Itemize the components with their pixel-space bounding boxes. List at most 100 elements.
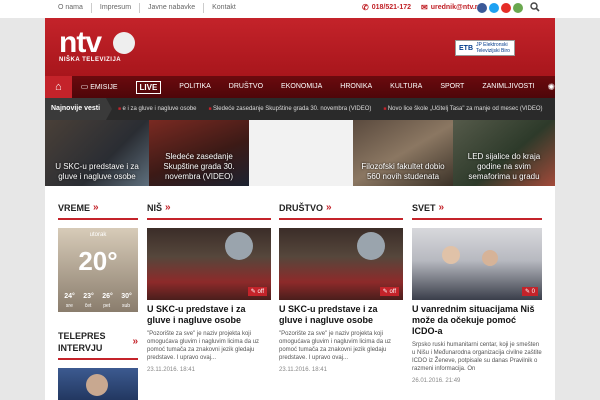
forecast-temp: 30° bbox=[121, 293, 132, 300]
forecast-temp: 23° bbox=[83, 293, 94, 300]
section-rule bbox=[147, 218, 271, 220]
search-icon[interactable] bbox=[530, 2, 540, 12]
twitter-icon[interactable] bbox=[489, 3, 499, 13]
nav-drustvo[interactable]: DRUŠTVO bbox=[220, 76, 272, 98]
news-ticker: Najnovije vesti e i za gluve i nagluve o… bbox=[45, 98, 555, 120]
forecast-day: čet bbox=[84, 303, 92, 309]
youtube-icon[interactable] bbox=[501, 3, 511, 13]
nav-hronika[interactable]: HRONIKA bbox=[331, 76, 381, 98]
forecast-temp: 24° bbox=[64, 293, 75, 300]
telepres-column: TELEPRES INTERVJU » bbox=[58, 330, 138, 400]
featured-tile[interactable]: U SKC-u predstave i za gluve i nagluve o… bbox=[45, 120, 149, 186]
nav-sport[interactable]: SPORT bbox=[431, 76, 473, 98]
forecast-day: sre bbox=[65, 303, 73, 309]
weather-temp: 20° bbox=[78, 246, 118, 276]
android-icon[interactable] bbox=[513, 3, 523, 13]
social-icons bbox=[477, 3, 525, 13]
weather-heading-label: VREME bbox=[58, 203, 91, 213]
forecast-temp: 26° bbox=[102, 293, 113, 300]
chevron-right-icon: » bbox=[438, 202, 445, 213]
svet-heading-label: SVET bbox=[412, 203, 436, 213]
svet-article-title[interactable]: U vanrednim situacijama Niš može da oček… bbox=[412, 304, 542, 337]
nis-heading-label: NIŠ bbox=[147, 203, 163, 213]
weather-column: VREME» utorak 20° 24° 23° 26° 30° sre če… bbox=[58, 202, 138, 312]
etb-banner[interactable]: ETB JP Elektronski Televizijski Biro bbox=[455, 40, 515, 56]
person-head bbox=[225, 232, 253, 260]
comment-count: off bbox=[257, 289, 264, 295]
home-button[interactable]: ⌂ bbox=[45, 76, 72, 98]
featured-tile[interactable] bbox=[249, 120, 353, 186]
phone-number: 018/521-172 bbox=[371, 4, 412, 11]
svet-article-date: 26.01.2016. 21:49 bbox=[412, 378, 461, 384]
section-rule bbox=[279, 218, 403, 220]
link-kontakt[interactable]: Kontakt bbox=[204, 3, 244, 13]
top-bar: O nama Impresum Javne nabavke Kontakt ✆ … bbox=[0, 0, 600, 18]
featured-tile[interactable]: LED sijalice do kraja godine na svim sem… bbox=[453, 120, 555, 186]
chevron-right-icon: » bbox=[326, 202, 332, 213]
link-javne-nabavke[interactable]: Javne nabavke bbox=[140, 3, 205, 13]
nis-column: NIŠ» ✎ off U SKC-u predstave i za gluve … bbox=[147, 202, 271, 373]
drustvo-article-title[interactable]: U SKC-u predstave i za gluve i nagluve o… bbox=[279, 304, 403, 326]
logo-word: ntv bbox=[59, 26, 102, 59]
weather-day: utorak bbox=[89, 232, 107, 238]
email-address[interactable]: urednik@ntv.rs bbox=[431, 4, 482, 11]
featured-caption: U SKC-u predstave i za gluve i nagluve o… bbox=[55, 162, 139, 181]
ticker-items: e i za gluve i nagluve osobe Sledeće zas… bbox=[112, 106, 549, 112]
person-head bbox=[86, 374, 108, 396]
comment-count: 0 bbox=[531, 289, 535, 295]
nis-heading[interactable]: NIŠ» bbox=[147, 202, 271, 214]
ticker-label: Najnovije vesti bbox=[45, 98, 107, 120]
telepres-image[interactable] bbox=[58, 368, 138, 400]
site-logo[interactable]: ntv NIŠKA TELEVIZIJA bbox=[59, 28, 139, 72]
featured-caption: Sledeće zasedanje Skupštine grada 30. no… bbox=[163, 152, 235, 181]
home-icon: ⌂ bbox=[55, 81, 62, 93]
nav-zanimljivosti[interactable]: ZANIMLJIVOSTI bbox=[473, 76, 543, 98]
phone-icon: ✆ bbox=[362, 3, 369, 12]
telepres-heading[interactable]: TELEPRES INTERVJU » bbox=[58, 330, 138, 354]
nis-article-title[interactable]: U SKC-u predstave i za gluve i nagluve o… bbox=[147, 304, 271, 326]
nav-live[interactable]: LIVE bbox=[135, 80, 162, 94]
weather-forecast: 24° 23° 26° 30° bbox=[60, 293, 136, 300]
featured-tile[interactable]: Filozofski fakultet dobio 560 novih stud… bbox=[353, 120, 453, 186]
email-icon: ✉ bbox=[421, 3, 428, 12]
ticker-item[interactable]: Novo lice škole „Učitelj Tasa" za manje … bbox=[377, 106, 548, 112]
android-icon[interactable]: ✺ bbox=[547, 82, 555, 93]
nav-politika[interactable]: POLITIKA bbox=[170, 76, 220, 98]
chevron-right-icon: » bbox=[132, 336, 138, 347]
drustvo-article-image[interactable]: ✎ off bbox=[279, 228, 403, 300]
tv-icon: ▭ bbox=[80, 81, 89, 91]
nav-emisije-label: EMISIJE bbox=[90, 83, 118, 91]
contact-info: ✆ 018/521-172 ✉ urednik@ntv.rs bbox=[362, 3, 491, 12]
chevron-right-icon: » bbox=[93, 202, 99, 213]
nav-ekonomija[interactable]: EKONOMIJA bbox=[272, 76, 331, 98]
svet-article-excerpt: Srpsko ruski humanitarni centar, koji je… bbox=[412, 342, 542, 372]
svet-column: SVET» ✎ 0 U vanrednim situacijama Niš mo… bbox=[412, 202, 542, 384]
drustvo-column: DRUŠTVO» ✎ off U SKC-u predstave i za gl… bbox=[279, 202, 403, 373]
top-links: O nama Impresum Javne nabavke Kontakt bbox=[52, 3, 244, 13]
weather-heading[interactable]: VREME» bbox=[58, 202, 138, 214]
site-header: ntv NIŠKA TELEVIZIJA ETB JP Elektronski … bbox=[45, 18, 555, 76]
comment-icon: ✎ bbox=[524, 289, 532, 295]
link-o-nama[interactable]: O nama bbox=[52, 3, 92, 13]
comment-badge: ✎ 0 bbox=[521, 287, 538, 296]
content-area: VREME» utorak 20° 24° 23° 26° 30° sre če… bbox=[45, 186, 555, 400]
weather-widget[interactable]: utorak 20° 24° 23° 26° 30° sre čet pet s… bbox=[58, 228, 138, 312]
nav-kultura[interactable]: KULTURA bbox=[381, 76, 431, 98]
section-rule bbox=[58, 218, 138, 220]
facebook-icon[interactable] bbox=[477, 3, 487, 13]
nis-article-excerpt: "Pozorište za sve" je naziv projekta koj… bbox=[147, 331, 260, 361]
drustvo-article-date: 23.11.2016. 18:41 bbox=[279, 367, 327, 373]
ticker-item[interactable]: Sledeće zasedanje Skupštine grada 30. no… bbox=[203, 106, 378, 112]
nis-article-image[interactable]: ✎ off bbox=[147, 228, 271, 300]
ticker-item[interactable]: e i za gluve i nagluve osobe bbox=[112, 106, 202, 112]
link-impresum[interactable]: Impresum bbox=[92, 3, 141, 13]
svet-heading[interactable]: SVET» bbox=[412, 202, 542, 214]
person-head bbox=[482, 250, 498, 266]
drustvo-heading[interactable]: DRUŠTVO» bbox=[279, 202, 403, 214]
svet-article-image[interactable]: ✎ 0 bbox=[412, 228, 542, 300]
forecast-days: sre čet pet sub bbox=[60, 303, 136, 309]
chevron-right-icon: » bbox=[165, 202, 171, 213]
nav-emisije[interactable]: ▭ EMISIJE bbox=[72, 76, 127, 99]
featured-caption: LED sijalice do kraja godine na svim sem… bbox=[467, 152, 541, 181]
featured-tile[interactable]: Sledeće zasedanje Skupštine grada 30. no… bbox=[149, 120, 249, 186]
